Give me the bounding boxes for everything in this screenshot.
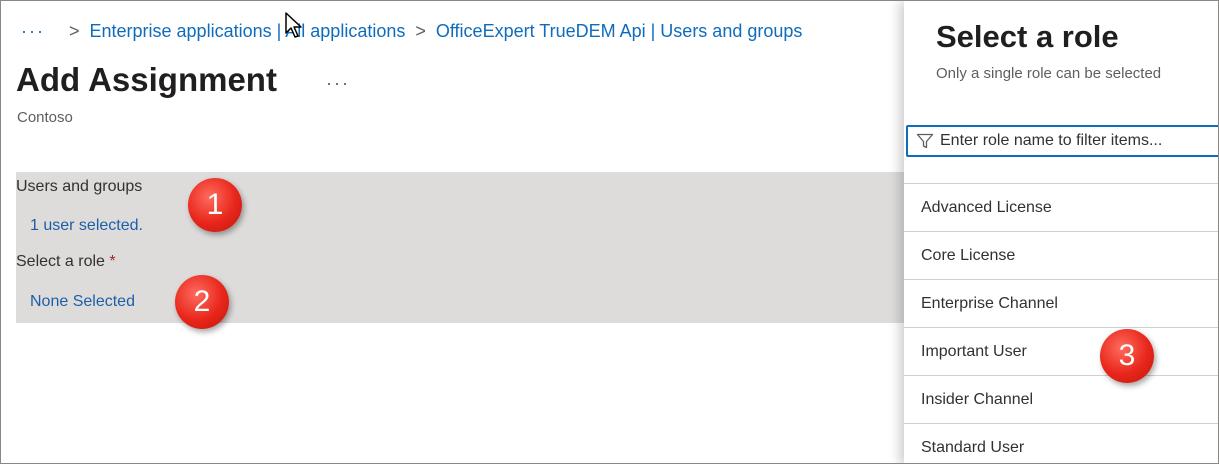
role-item-advanced-license[interactable]: Advanced License (904, 183, 1218, 231)
role-item-enterprise-channel[interactable]: Enterprise Channel (904, 279, 1218, 327)
breadcrumb: ··· > Enterprise applications | All appl… (21, 19, 802, 43)
callout-badge-3: 3 (1100, 329, 1154, 383)
role-filter-box[interactable] (906, 125, 1218, 157)
callout-badge-1: 1 (188, 178, 242, 232)
mouse-cursor-icon (285, 12, 302, 38)
callout-badge-2: 2 (175, 275, 229, 329)
more-options-button[interactable]: ··· (326, 73, 350, 94)
role-list: Advanced License Core License Enterprise… (904, 183, 1218, 463)
assignment-panel: Users and groups 1 user selected. Select… (16, 172, 911, 323)
page-subtitle: Contoso (17, 109, 73, 126)
select-role-label-text: Select a role (16, 253, 105, 270)
role-item-standard-user[interactable]: Standard User (904, 423, 1218, 463)
page-title: Add Assignment (16, 61, 277, 98)
role-filter-input[interactable] (934, 131, 1218, 151)
chevron-right-icon: > (415, 20, 426, 41)
required-indicator: * (109, 253, 116, 270)
breadcrumb-link-enterprise-applications[interactable]: Enterprise applications | All applicatio… (90, 21, 406, 42)
select-role-panel: Select a role Only a single role can be … (904, 1, 1218, 463)
role-selected-link[interactable]: None Selected (30, 293, 135, 311)
filter-icon (916, 133, 934, 149)
role-item-insider-channel[interactable]: Insider Channel (904, 375, 1218, 423)
app-frame: ··· > Enterprise applications | All appl… (0, 0, 1219, 464)
users-and-groups-label: Users and groups (16, 178, 143, 195)
panel-subtitle: Only a single role can be selected (936, 65, 1162, 82)
users-selected-link[interactable]: 1 user selected. (30, 217, 143, 235)
role-item-important-user[interactable]: Important User (904, 327, 1218, 375)
breadcrumb-overflow-button[interactable]: ··· (21, 21, 45, 42)
breadcrumb-link-users-and-groups[interactable]: OfficeExpert TrueDEM Api | Users and gro… (436, 21, 803, 42)
panel-title: Select a role (936, 19, 1119, 54)
chevron-right-icon: > (68, 20, 80, 41)
role-item-core-license[interactable]: Core License (904, 231, 1218, 279)
select-role-label: Select a role * (16, 253, 116, 271)
